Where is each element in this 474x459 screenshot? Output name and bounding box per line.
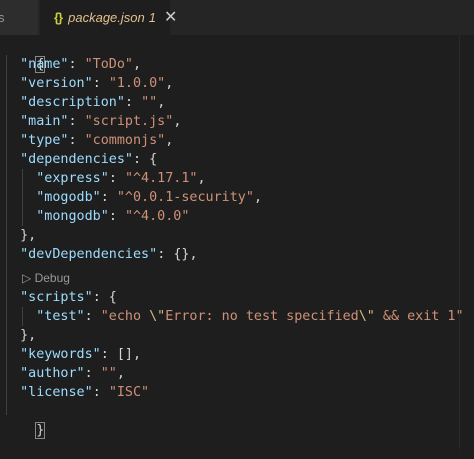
code-line: "description": "", (20, 95, 166, 110)
code-editor[interactable]: { "name": "ToDo", "version": "1.0.0", "d… (0, 35, 474, 449)
tab-package-json[interactable]: {} package.json 1 ✕ (40, 0, 177, 35)
tab-previous[interactable]: s (0, 0, 39, 35)
code-line: "main": "script.js", (20, 114, 182, 129)
code-line: "license": "ISC" (20, 385, 150, 400)
code-line: "author": "", (20, 366, 125, 381)
tab-label: package.json (68, 10, 145, 25)
code-line: "mongodb": "^4.0.0" (36, 209, 190, 224)
code-line: "version": "1.0.0", (20, 76, 174, 91)
code-line: }, (4, 228, 37, 243)
code-line: "mogodb": "^0.0.1-security", (36, 190, 262, 205)
problems-count-badge: 1 (148, 10, 156, 25)
code-line: "express": "^4.17.1", (36, 171, 206, 186)
code-line: { (35, 56, 46, 73)
code-line: "devDependencies": {}, (20, 247, 198, 262)
debug-codelens[interactable]: ▷ Debug (22, 270, 70, 286)
code-line: "dependencies": { (20, 152, 158, 167)
code-line: "test": "echo \"Error: no test specified… (36, 309, 464, 324)
code-line: "type": "commonjs", (20, 133, 174, 148)
code-line: }, (4, 328, 37, 343)
json-file-icon: {} (54, 10, 63, 25)
close-tab-icon[interactable]: ✕ (164, 9, 177, 26)
code-line: "name": "ToDo", (20, 57, 142, 72)
vertical-scrollbar[interactable] (459, 35, 474, 449)
code-line: "keywords": [], (20, 347, 142, 362)
tab-previous-label: s (0, 10, 5, 25)
tab-bar: s {} package.json 1 ✕ (0, 0, 474, 35)
code-line: } (35, 422, 46, 439)
code-line: "scripts": { (20, 290, 117, 305)
